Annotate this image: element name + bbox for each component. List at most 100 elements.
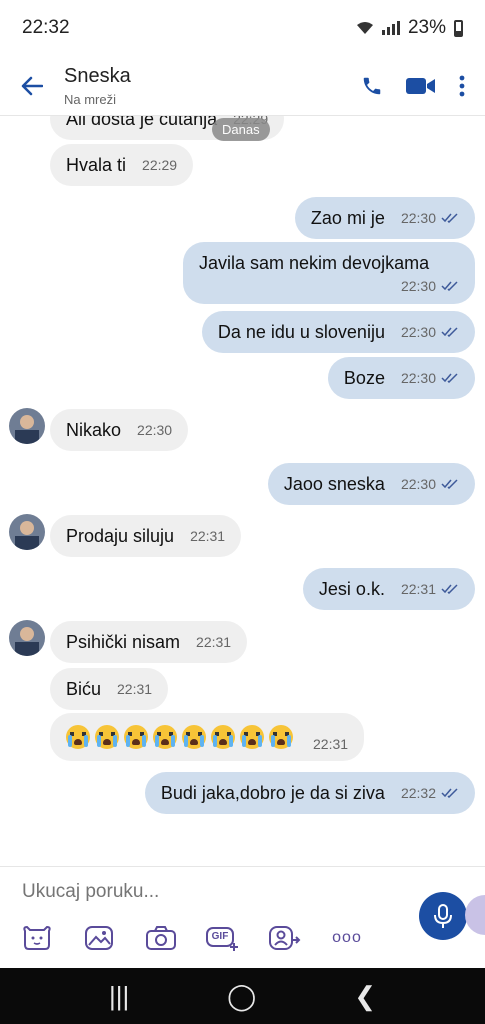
message-meta: 22:30	[401, 370, 459, 386]
read-receipt-icon	[441, 327, 458, 337]
avatar-image	[9, 408, 45, 444]
battery-icon	[454, 19, 463, 37]
more-dots-icon: ooo	[332, 929, 362, 946]
status-icons: 23%	[356, 17, 463, 39]
message-text: Javila sam nekim devojkama	[199, 252, 430, 273]
status-bar: 22:32 23%	[0, 0, 485, 56]
crying-face-icon	[240, 725, 264, 749]
message-text: Nikako	[66, 419, 122, 440]
composer-toolbar: GIF ooo	[18, 923, 366, 953]
message-meta: 22:30	[401, 210, 459, 226]
contact-status: Na mreži	[64, 91, 117, 107]
gif-label: GIF	[211, 931, 229, 942]
crying-face-icon	[269, 725, 293, 749]
message-time: 22:30	[400, 324, 436, 340]
more-options-icon[interactable]	[459, 75, 465, 97]
date-divider: Danas	[212, 118, 270, 141]
video-call-icon[interactable]	[405, 75, 437, 97]
sticker-button[interactable]	[18, 923, 56, 953]
message-text: Da ne idu u sloveniju	[217, 321, 385, 342]
message-list[interactable]: Ali dosta je cutanja 22:29 Danas Hvala t…	[0, 116, 485, 866]
system-nav-bar: ||| ◯ ❮	[0, 968, 485, 1024]
crying-face-icon	[153, 725, 177, 749]
read-receipt-icon	[441, 213, 458, 223]
message-meta: 22:30	[401, 324, 459, 340]
message-text: Psihički nisam	[66, 631, 181, 652]
message-incoming[interactable]: Psihički nisam 22:31	[50, 621, 248, 663]
message-text: Jesi o.k.	[318, 578, 385, 599]
contact-avatar[interactable]	[9, 514, 45, 550]
message-outgoing[interactable]: Jesi o.k. 22:31	[302, 568, 475, 610]
contact-name: Sneska	[64, 64, 131, 87]
contact-avatar[interactable]	[9, 620, 45, 656]
message-incoming[interactable]: Hvala ti 22:29	[50, 144, 194, 186]
message-time: 22:30	[400, 277, 436, 294]
message-time: 22:30	[400, 476, 436, 492]
voice-message-button[interactable]	[419, 892, 467, 940]
gallery-icon	[85, 926, 113, 950]
crying-face-icon	[211, 725, 235, 749]
wifi-icon	[356, 22, 373, 34]
message-time: 22:29	[142, 157, 178, 173]
message-incoming[interactable]: Nikako 22:30	[50, 409, 189, 451]
back-nav-button[interactable]: ❮	[354, 981, 376, 1012]
microphone-icon	[434, 904, 452, 928]
message-incoming[interactable]: Biću 22:31	[50, 668, 169, 710]
message-text: Boze	[343, 367, 385, 388]
crying-face-icon	[66, 725, 90, 749]
camera-button[interactable]	[142, 923, 180, 953]
message-time: 22:31	[196, 634, 232, 650]
share-contact-icon	[269, 926, 301, 950]
message-outgoing[interactable]: Budi jaka,dobro je da si ziva 22:32	[144, 772, 475, 814]
message-outgoing[interactable]: Jaoo sneska 22:30	[267, 463, 475, 505]
header-actions	[361, 75, 485, 97]
message-outgoing[interactable]: Da ne idu u sloveniju 22:30	[201, 311, 475, 353]
home-button[interactable]: ◯	[227, 981, 256, 1012]
message-text: Hvala ti	[66, 154, 127, 175]
share-contact-button[interactable]	[266, 923, 304, 953]
emoji-group	[66, 725, 293, 749]
read-receipt-icon	[441, 280, 458, 291]
camera-icon	[146, 926, 176, 950]
back-button[interactable]	[0, 56, 64, 116]
gif-button[interactable]: GIF	[204, 923, 242, 953]
message-time: 22:30	[400, 370, 436, 386]
message-outgoing[interactable]: Boze 22:30	[327, 357, 475, 399]
crying-face-icon	[95, 725, 119, 749]
message-incoming[interactable]: Prodaju siluju 22:31	[50, 515, 242, 557]
contact-avatar[interactable]	[9, 408, 45, 444]
read-receipt-icon	[441, 584, 458, 594]
signal-icon	[381, 21, 400, 35]
sticker-bear-icon	[23, 925, 51, 950]
message-text: Jaoo sneska	[283, 473, 385, 494]
more-attachments-button[interactable]: ooo	[328, 923, 366, 953]
gallery-button[interactable]	[80, 923, 118, 953]
message-time: 22:30	[137, 422, 173, 438]
message-text: Prodaju siluju	[66, 525, 175, 546]
read-receipt-icon	[441, 788, 458, 798]
contact-info[interactable]: Sneska Na mreži	[64, 65, 361, 107]
recent-apps-button[interactable]: |||	[109, 981, 129, 1012]
chat-header: Sneska Na mreži	[0, 56, 485, 116]
crying-face-icon	[124, 725, 148, 749]
secondary-action-button[interactable]	[465, 895, 485, 935]
message-time: 22:31	[190, 528, 226, 544]
message-time: 22:30	[400, 210, 436, 226]
crying-face-icon	[182, 725, 206, 749]
message-meta: 22:32	[401, 785, 459, 801]
message-outgoing[interactable]: Zao mi je 22:30	[294, 197, 475, 239]
composer: GIF ooo	[0, 866, 485, 968]
message-time: 22:31	[313, 736, 349, 752]
avatar-image	[9, 620, 45, 656]
message-incoming-emoji[interactable]: 22:31	[50, 713, 365, 761]
phone-icon[interactable]	[361, 75, 383, 97]
status-time: 22:32	[22, 17, 70, 38]
message-meta: 22:31	[401, 581, 459, 597]
message-text: Budi jaka,dobro je da si ziva	[160, 782, 385, 803]
back-arrow-icon	[21, 76, 43, 95]
message-text: Ali dosta je cutanja	[66, 116, 218, 129]
message-time: 22:31	[117, 681, 153, 697]
message-outgoing[interactable]: Javila sam nekim devojkama 22:30	[183, 242, 475, 304]
message-input[interactable]	[22, 881, 382, 903]
message-text: Biću	[66, 678, 102, 699]
